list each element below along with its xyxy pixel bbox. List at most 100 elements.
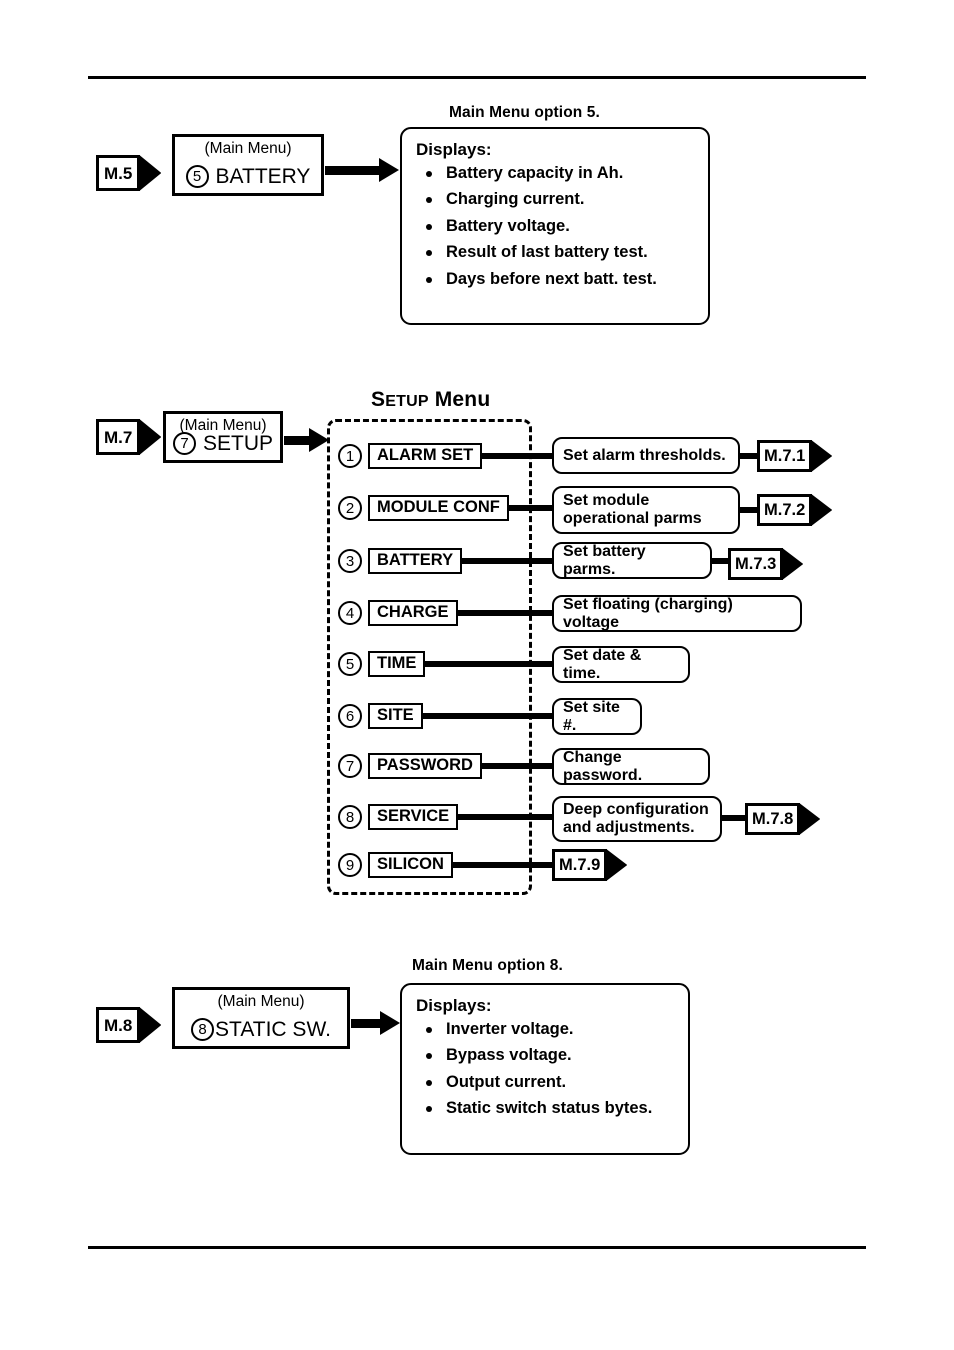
circled-number-icon: 5: [185, 165, 209, 188]
setup-desc-charge: Set floating (charging) voltage: [552, 595, 802, 632]
entry-tag-m5-label: M.5: [96, 155, 141, 191]
exit-tag-m79: M.7.9: [552, 849, 628, 881]
menu-box-battery[interactable]: (Main Menu) 5 BATTERY: [172, 134, 324, 196]
setup-item-battery[interactable]: 3 BATTERY: [338, 547, 463, 575]
entry-tag-m7: M.7: [96, 419, 162, 455]
menu-box-setup[interactable]: (Main Menu) 7 SETUP: [163, 411, 283, 463]
setup-title-rest: Menu: [428, 388, 491, 411]
exit-tag-label: M.7.9: [552, 849, 608, 881]
entry-tag-m8-label: M.8: [96, 1007, 141, 1043]
setup-title-cap: S: [371, 388, 386, 411]
connector-line: [738, 507, 758, 513]
list-item: Result of last battery test.: [416, 244, 694, 261]
arrow-shaft: [351, 1018, 381, 1028]
setup-item-module-conf[interactable]: 2 MODULE CONF: [338, 494, 509, 522]
displays-box-m5: Displays: Battery capacity in Ah. Chargi…: [400, 127, 710, 325]
connector-line: [416, 713, 570, 719]
setup-item-alarm-set[interactable]: 1 ALARM SET: [338, 442, 483, 470]
arrow-head-icon: [380, 1011, 400, 1035]
menu-box-label: STATIC SW.: [215, 1018, 331, 1041]
menu-box-subtitle: (Main Menu): [204, 140, 292, 157]
setup-desc-time: Set date & time.: [552, 646, 690, 683]
setup-desc-text: Set date & time.: [563, 646, 642, 682]
exit-tag-m72: M.7.2: [757, 494, 833, 526]
arrow-m7-to-group: [284, 428, 329, 452]
circled-number-icon: 4: [338, 601, 362, 625]
list-item: Charging current.: [416, 191, 694, 208]
triangle-icon: [606, 849, 628, 881]
setup-desc-battery: Set battery parms.: [552, 542, 712, 579]
setup-item-label: SERVICE: [368, 803, 459, 831]
setup-item-site[interactable]: 6 SITE: [338, 702, 423, 730]
triangle-icon: [139, 155, 162, 191]
list-item: Static switch status bytes.: [416, 1100, 674, 1117]
connector-line: [448, 862, 558, 868]
displays-heading: Displays:: [416, 140, 492, 159]
list-item: Bypass voltage.: [416, 1047, 674, 1064]
menu-box-label: SETUP: [202, 432, 273, 455]
section-m5-caption: Main Menu option 5.: [449, 104, 600, 121]
triangle-icon: [139, 419, 162, 455]
section-m8-caption: Main Menu option 8.: [412, 957, 563, 974]
footer-rule: [88, 1246, 866, 1249]
connector-line: [738, 453, 758, 459]
displays-heading: Displays:: [416, 996, 492, 1015]
triangle-icon: [139, 1007, 162, 1043]
entry-tag-m8: M.8: [96, 1007, 162, 1043]
setup-desc-text: Change password.: [563, 748, 643, 784]
arrow-shaft: [284, 435, 310, 445]
exit-tag-m71: M.7.1: [757, 440, 833, 472]
setup-desc-site: Set site #.: [552, 698, 642, 735]
menu-box-row: 8 STATIC SW.: [175, 1018, 347, 1041]
setup-item-time[interactable]: 5 TIME: [338, 650, 426, 678]
setup-desc-module-conf: Set module operational parms: [552, 486, 740, 534]
circled-number-icon: 7: [338, 754, 362, 778]
triangle-icon: [782, 548, 804, 580]
menu-box-label: BATTERY: [215, 165, 311, 188]
setup-item-charge[interactable]: 4 CHARGE: [338, 599, 458, 627]
exit-tag-label: M.7.1: [757, 440, 813, 472]
list-item: Battery voltage.: [416, 218, 694, 235]
displays-list: Battery capacity in Ah. Charging current…: [416, 165, 694, 288]
exit-tag-label: M.7.3: [728, 548, 784, 580]
menu-box-row: 5 BATTERY: [175, 165, 321, 188]
connector-line: [710, 558, 729, 564]
setup-desc-service: Deep configuration and adjustments.: [552, 796, 722, 842]
connector-line: [420, 661, 570, 667]
setup-desc-text: Set site #.: [563, 698, 620, 734]
menu-box-static-sw[interactable]: (Main Menu) 8 STATIC SW.: [172, 987, 350, 1049]
setup-item-label: SILICON: [368, 851, 453, 879]
setup-item-label: MODULE CONF: [368, 494, 509, 522]
setup-item-label: CHARGE: [368, 599, 458, 627]
triangle-icon: [811, 440, 833, 472]
circled-number-icon: 2: [338, 496, 362, 520]
setup-item-label: SITE: [368, 702, 423, 730]
setup-item-password[interactable]: 7 PASSWORD: [338, 752, 482, 780]
displays-box-m8: Displays: Inverter voltage. Bypass volta…: [400, 983, 690, 1155]
connector-line: [720, 815, 746, 821]
arrow-head-icon: [309, 428, 329, 452]
setup-desc-text: Set battery parms.: [563, 542, 646, 578]
circled-number-icon: 6: [338, 704, 362, 728]
setup-desc-password: Change password.: [552, 748, 710, 785]
setup-item-label: BATTERY: [368, 547, 463, 575]
circled-number-icon: 8: [191, 1018, 215, 1041]
exit-tag-label: M.7.2: [757, 494, 813, 526]
setup-menu-title: SETUP Menu: [371, 388, 490, 412]
list-item: Battery capacity in Ah.: [416, 165, 694, 182]
list-item: Inverter voltage.: [416, 1021, 674, 1038]
setup-item-service[interactable]: 8 SERVICE: [338, 803, 459, 831]
menu-box-subtitle: (Main Menu): [217, 993, 305, 1010]
setup-item-label: TIME: [368, 650, 426, 678]
setup-desc-text: Deep configuration and adjustments.: [563, 801, 709, 836]
setup-item-label: ALARM SET: [368, 442, 483, 470]
setup-item-silicon[interactable]: 9 SILICON: [338, 851, 453, 879]
arrow-shaft: [325, 165, 380, 175]
header-rule: [88, 76, 866, 79]
list-item: Days before next batt. test.: [416, 271, 694, 288]
menu-box-row: 7 SETUP: [166, 432, 280, 455]
setup-desc-text: Set alarm thresholds.: [563, 446, 726, 464]
triangle-icon: [799, 803, 821, 835]
circled-number-icon: 5: [338, 652, 362, 676]
entry-tag-m7-label: M.7: [96, 419, 141, 455]
